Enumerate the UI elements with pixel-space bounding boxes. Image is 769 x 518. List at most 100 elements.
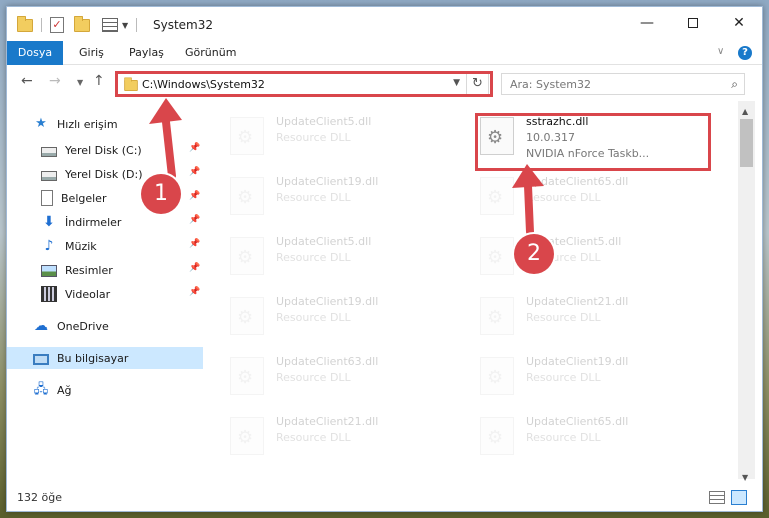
pictures-icon [41, 265, 57, 277]
close-button[interactable]: ✕ [716, 7, 762, 39]
music-icon: ♪ [44, 238, 54, 254]
toolbar-divider [41, 18, 42, 32]
gear-icon: ⚙ [237, 307, 254, 328]
gear-icon: ⚙ [487, 427, 504, 448]
pin-icon[interactable]: 📌 [189, 191, 200, 201]
forward-button[interactable]: → [49, 73, 61, 89]
sidebar-item-onedrive[interactable]: ☁ OneDrive [7, 315, 203, 337]
back-button[interactable]: ← [21, 73, 33, 89]
file-type: Resource DLL [276, 131, 351, 144]
window-title: System32 [153, 18, 214, 32]
file-type: Resource DLL [276, 251, 351, 264]
chevron-down-icon[interactable]: ▼ [122, 21, 128, 30]
file-item[interactable]: ⚙ UpdateClient19.dll Resource DLL [454, 349, 694, 399]
pin-icon[interactable]: 📌 [189, 215, 200, 225]
file-name: UpdateClient65.dll [526, 415, 629, 428]
pin-icon[interactable]: 📌 [189, 287, 200, 297]
tab-home[interactable]: Giriş [79, 41, 104, 65]
sidebar-item-label: Yerel Disk (C:) [65, 143, 142, 157]
file-highlight-box [475, 113, 711, 171]
navigation-pane: ★ Hızlı erişim Yerel Disk (C:) 📌 Yerel D… [7, 101, 203, 471]
file-item[interactable]: ⚙ UpdateClient19.dll Resource DLL [204, 169, 444, 219]
callout-badge-1: 1 [141, 174, 181, 214]
file-name: UpdateClient5.dll [276, 235, 372, 248]
details-view-icon[interactable] [709, 491, 725, 504]
item-count: 132 öğe [17, 491, 62, 504]
file-item[interactable]: ⚙ UpdateClient19.dll Resource DLL [204, 289, 444, 339]
file-item[interactable]: ⚙ UpdateClient5.dll Resource DLL [454, 229, 694, 279]
vertical-scrollbar[interactable]: ▲ ▼ [738, 101, 755, 482]
gear-icon: ⚙ [487, 187, 504, 208]
file-item[interactable]: ⚙ UpdateClient5.dll Resource DLL [204, 229, 444, 279]
gear-icon: ⚙ [487, 247, 504, 268]
recent-locations-button[interactable]: ▼ [77, 78, 83, 87]
file-name: UpdateClient19.dll [276, 295, 379, 308]
pin-icon[interactable]: 📌 [189, 263, 200, 273]
sidebar-item-local-disk-c[interactable]: Yerel Disk (C:) 📌 [7, 139, 203, 161]
search-icon[interactable]: ⌕ [731, 77, 738, 92]
star-icon: ★ [35, 116, 47, 131]
address-highlight-box [115, 71, 493, 97]
sidebar-item-quick-access[interactable]: ★ Hızlı erişim [7, 113, 203, 135]
folder-icon [17, 15, 33, 32]
tab-view[interactable]: Görünüm [185, 41, 236, 65]
dll-file-icon: ⚙ [230, 177, 264, 215]
maximize-button[interactable] [670, 7, 716, 39]
sidebar-item-downloads[interactable]: ⬇ İndirmeler 📌 [7, 211, 203, 233]
sidebar-item-label: Bu bilgisayar [57, 351, 129, 365]
sidebar-item-network[interactable]: 🖧 Ağ [7, 379, 203, 401]
toolbar-divider [136, 18, 138, 32]
tab-share[interactable]: Paylaş [129, 41, 164, 65]
callout-badge-2: 2 [514, 234, 554, 274]
dll-file-icon: ⚙ [230, 417, 264, 455]
documents-icon [41, 190, 53, 206]
sidebar-item-label: Videolar [65, 287, 111, 301]
sidebar-item-label: OneDrive [57, 319, 109, 333]
gear-icon: ⚙ [237, 247, 254, 268]
properties-check-icon[interactable]: ✓ [50, 17, 64, 33]
gear-icon: ⚙ [487, 367, 504, 388]
file-name: UpdateClient19.dll [526, 355, 629, 368]
cloud-icon: ☁ [34, 318, 48, 334]
scroll-up-icon[interactable]: ▲ [742, 107, 748, 116]
file-name: UpdateClient5.dll [276, 115, 372, 128]
up-button[interactable]: ↑ [93, 73, 105, 89]
sidebar-item-pictures[interactable]: Resimler 📌 [7, 259, 203, 281]
computer-icon [33, 353, 49, 365]
pin-icon[interactable]: 📌 [189, 239, 200, 249]
help-icon[interactable]: ? [738, 46, 752, 60]
minimize-button[interactable]: — [624, 7, 670, 39]
drive-icon [41, 146, 57, 157]
pin-icon[interactable]: 📌 [189, 143, 200, 153]
network-icon: 🖧 [33, 382, 49, 397]
tiles-view-icon[interactable] [731, 490, 747, 505]
file-item[interactable]: ⚙ UpdateClient21.dll Resource DLL [204, 409, 444, 459]
pin-icon[interactable]: 📌 [189, 167, 200, 177]
file-item[interactable]: ⚙ UpdateClient65.dll Resource DLL [454, 169, 694, 219]
sidebar-item-videos[interactable]: Videolar 📌 [7, 283, 203, 305]
scrollbar-thumb[interactable] [740, 119, 753, 167]
file-item[interactable]: ⚙ UpdateClient5.dll Resource DLL [204, 109, 444, 159]
sidebar-item-label: Yerel Disk (D:) [65, 167, 143, 181]
explorer-window: ✓ ▼ System32 — ✕ Dosya Giriş Paylaş Görü… [6, 6, 763, 512]
file-name: UpdateClient63.dll [276, 355, 379, 368]
tab-file[interactable]: Dosya [7, 41, 63, 65]
dll-file-icon: ⚙ [230, 297, 264, 335]
sidebar-item-label: Müzik [65, 239, 97, 253]
view-properties-icon[interactable] [102, 18, 118, 32]
search-input[interactable]: Ara: System32 ⌕ [501, 73, 745, 95]
file-type: Resource DLL [526, 311, 601, 324]
quick-access-toolbar: ✓ ▼ [17, 15, 141, 34]
sidebar-item-label: Resimler [65, 263, 113, 277]
sidebar-item-music[interactable]: ♪ Müzik 📌 [7, 235, 203, 257]
dll-file-icon: ⚙ [230, 357, 264, 395]
new-folder-icon[interactable] [74, 15, 90, 32]
file-item[interactable]: ⚙ UpdateClient65.dll Resource DLL [454, 409, 694, 459]
sidebar-item-this-pc[interactable]: Bu bilgisayar [7, 347, 203, 369]
expand-ribbon-icon[interactable]: ∨ [717, 46, 724, 57]
gear-icon: ⚙ [237, 427, 254, 448]
file-item[interactable]: ⚙ UpdateClient21.dll Resource DLL [454, 289, 694, 339]
file-item[interactable]: ⚙ UpdateClient63.dll Resource DLL [204, 349, 444, 399]
scroll-down-icon[interactable]: ▼ [742, 473, 748, 482]
sidebar-item-label: İndirmeler [65, 215, 122, 229]
